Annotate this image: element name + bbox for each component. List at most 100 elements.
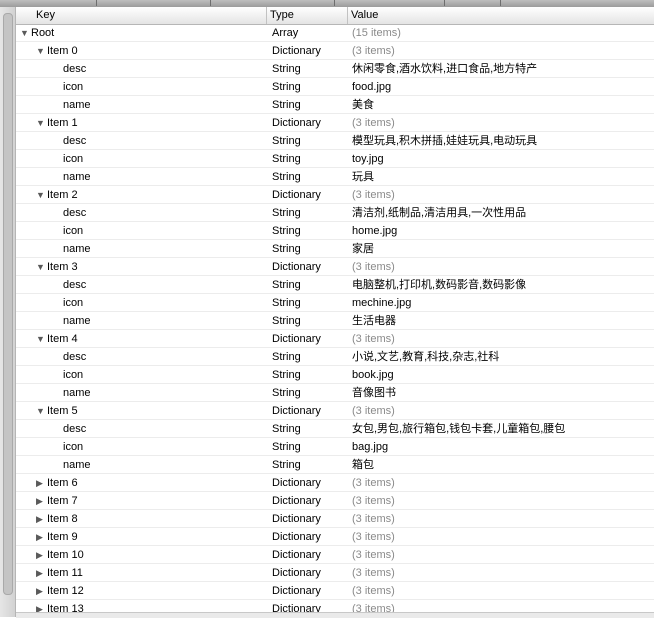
triangle-right-icon[interactable]: ▶ <box>36 582 47 600</box>
triangle-down-icon[interactable]: ▼ <box>36 402 47 420</box>
type-cell[interactable]: String <box>272 348 301 366</box>
outline-row[interactable]: ▼ Item 4 Dictionary (3 items) <box>16 330 654 348</box>
outline-row[interactable]: icon String mechine.jpg <box>16 294 654 312</box>
scrollbar-thumb[interactable] <box>3 13 13 595</box>
outline-row[interactable]: ▼ Item 0 Dictionary (3 items) <box>16 42 654 60</box>
value-cell[interactable]: 箱包 <box>352 456 374 474</box>
outline-row[interactable]: ▶ Item 12 Dictionary (3 items) <box>16 582 654 600</box>
type-cell[interactable]: String <box>272 60 301 78</box>
outline-row[interactable]: desc String 清洁剂,纸制品,清洁用具,一次性用品 <box>16 204 654 222</box>
value-cell[interactable]: toy.jpg <box>352 150 384 168</box>
vertical-scrollbar[interactable] <box>0 7 16 617</box>
outline-row[interactable]: icon String book.jpg <box>16 366 654 384</box>
triangle-right-icon[interactable]: ▶ <box>36 474 47 492</box>
triangle-down-icon[interactable]: ▼ <box>20 24 31 42</box>
value-cell[interactable]: 模型玩具,积木拼插,娃娃玩具,电动玩具 <box>352 132 537 150</box>
value-cell[interactable]: (3 items) <box>352 546 395 564</box>
type-cell[interactable]: String <box>272 294 301 312</box>
type-cell[interactable]: String <box>272 240 301 258</box>
triangle-right-icon[interactable]: ▶ <box>36 546 47 564</box>
type-cell[interactable]: String <box>272 168 301 186</box>
type-cell[interactable]: Dictionary <box>272 474 321 492</box>
type-cell[interactable]: String <box>272 204 301 222</box>
value-cell[interactable]: food.jpg <box>352 78 391 96</box>
outline-row[interactable]: ▼ Item 3 Dictionary (3 items) <box>16 258 654 276</box>
value-cell[interactable]: (3 items) <box>352 258 395 276</box>
type-cell[interactable]: Dictionary <box>272 330 321 348</box>
triangle-down-icon[interactable]: ▼ <box>36 186 47 204</box>
value-cell[interactable]: book.jpg <box>352 366 394 384</box>
key-column-header[interactable]: Key <box>36 9 55 21</box>
triangle-down-icon[interactable]: ▼ <box>36 330 47 348</box>
triangle-right-icon[interactable]: ▶ <box>36 564 47 582</box>
type-cell[interactable]: Dictionary <box>272 564 321 582</box>
outline-row[interactable]: name String 家居 <box>16 240 654 258</box>
outline-row[interactable]: ▶ Item 11 Dictionary (3 items) <box>16 564 654 582</box>
outline-row[interactable]: icon String home.jpg <box>16 222 654 240</box>
type-cell[interactable]: String <box>272 420 301 438</box>
outline-row[interactable]: name String 箱包 <box>16 456 654 474</box>
value-cell[interactable]: (3 items) <box>352 330 395 348</box>
type-cell[interactable]: String <box>272 96 301 114</box>
type-cell[interactable]: Dictionary <box>272 402 321 420</box>
type-cell[interactable]: Dictionary <box>272 114 321 132</box>
outline-row[interactable]: ▶ Item 7 Dictionary (3 items) <box>16 492 654 510</box>
value-cell[interactable]: (3 items) <box>352 582 395 600</box>
value-cell[interactable]: (3 items) <box>352 528 395 546</box>
value-cell[interactable]: 玩具 <box>352 168 374 186</box>
type-cell[interactable]: String <box>272 150 301 168</box>
type-cell[interactable]: Dictionary <box>272 258 321 276</box>
value-cell[interactable]: (3 items) <box>352 474 395 492</box>
outline-row[interactable]: name String 音像图书 <box>16 384 654 402</box>
value-cell[interactable]: 女包,男包,旅行箱包,钱包卡套,儿童箱包,腰包 <box>352 420 565 438</box>
triangle-right-icon[interactable]: ▶ <box>36 528 47 546</box>
column-divider[interactable] <box>266 7 267 24</box>
outline-row[interactable]: desc String 休闲零食,酒水饮料,进口食品,地方特产 <box>16 60 654 78</box>
type-cell[interactable]: String <box>272 438 301 456</box>
outline-row[interactable]: icon String bag.jpg <box>16 438 654 456</box>
type-cell[interactable]: String <box>272 276 301 294</box>
outline-row[interactable]: desc String 女包,男包,旅行箱包,钱包卡套,儿童箱包,腰包 <box>16 420 654 438</box>
outline-row[interactable]: name String 生活电器 <box>16 312 654 330</box>
value-cell[interactable]: (3 items) <box>352 492 395 510</box>
outline-row[interactable]: ▶ Item 10 Dictionary (3 items) <box>16 546 654 564</box>
value-cell[interactable]: home.jpg <box>352 222 397 240</box>
value-cell[interactable]: (3 items) <box>352 42 395 60</box>
outline-row[interactable]: name String 玩具 <box>16 168 654 186</box>
type-cell[interactable]: Dictionary <box>272 582 321 600</box>
type-cell[interactable]: Dictionary <box>272 528 321 546</box>
type-cell[interactable]: String <box>272 222 301 240</box>
value-cell[interactable]: (3 items) <box>352 114 395 132</box>
outline-row[interactable]: desc String 小说,文艺,教育,科技,杂志,社科 <box>16 348 654 366</box>
type-column-header[interactable]: Type <box>270 9 294 21</box>
value-cell[interactable]: (3 items) <box>352 402 395 420</box>
triangle-down-icon[interactable]: ▼ <box>36 258 47 276</box>
outline-row[interactable]: desc String 模型玩具,积木拼插,娃娃玩具,电动玩具 <box>16 132 654 150</box>
value-cell[interactable]: (3 items) <box>352 564 395 582</box>
value-cell[interactable]: 美食 <box>352 96 374 114</box>
value-column-header[interactable]: Value <box>351 9 378 21</box>
value-cell[interactable]: 家居 <box>352 240 374 258</box>
type-cell[interactable]: String <box>272 366 301 384</box>
outline-row[interactable]: ▶ Item 8 Dictionary (3 items) <box>16 510 654 528</box>
outline-row[interactable]: ▼ Item 1 Dictionary (3 items) <box>16 114 654 132</box>
type-cell[interactable]: Dictionary <box>272 186 321 204</box>
value-cell[interactable]: 休闲零食,酒水饮料,进口食品,地方特产 <box>352 60 537 78</box>
value-cell[interactable]: 小说,文艺,教育,科技,杂志,社科 <box>352 348 499 366</box>
value-cell[interactable]: 生活电器 <box>352 312 396 330</box>
type-cell[interactable]: Dictionary <box>272 42 321 60</box>
triangle-down-icon[interactable]: ▼ <box>36 42 47 60</box>
value-cell[interactable]: bag.jpg <box>352 438 388 456</box>
type-cell[interactable]: Dictionary <box>272 546 321 564</box>
value-cell[interactable]: (3 items) <box>352 186 395 204</box>
triangle-right-icon[interactable]: ▶ <box>36 510 47 528</box>
type-cell[interactable]: Dictionary <box>272 492 321 510</box>
outline-row[interactable]: ▼ Root Array (15 items) <box>16 24 654 42</box>
value-cell[interactable]: 电脑整机,打印机,数码影音,数码影像 <box>352 276 526 294</box>
type-cell[interactable]: Dictionary <box>272 510 321 528</box>
triangle-right-icon[interactable]: ▶ <box>36 492 47 510</box>
value-cell[interactable]: (15 items) <box>352 24 401 42</box>
triangle-down-icon[interactable]: ▼ <box>36 114 47 132</box>
type-cell[interactable]: String <box>272 132 301 150</box>
value-cell[interactable]: (3 items) <box>352 510 395 528</box>
